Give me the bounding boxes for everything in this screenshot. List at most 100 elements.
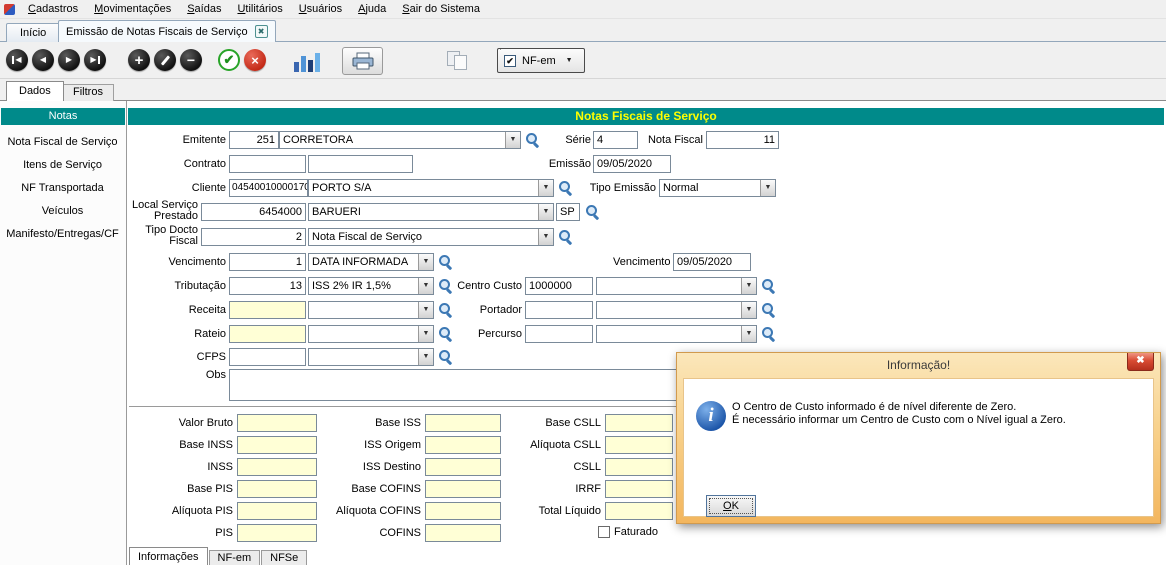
percurso-search-icon[interactable] (761, 326, 777, 342)
base-pis-input[interactable] (237, 480, 317, 498)
cofins-input[interactable] (425, 524, 501, 542)
edit-record-button[interactable] (154, 49, 176, 71)
menu-ajuda[interactable]: Ajuda (350, 0, 394, 18)
print-button[interactable] (342, 47, 383, 75)
rateio-code-input[interactable] (229, 325, 306, 343)
chevron-down-icon[interactable]: ▼ (538, 204, 553, 220)
pis-input[interactable] (237, 524, 317, 542)
menu-movimentacoes[interactable]: Movimentações (86, 0, 179, 18)
emitente-combo[interactable]: CORRETORA ▼ (279, 131, 521, 149)
portador-search-icon[interactable] (761, 302, 777, 318)
tab-close-icon[interactable]: ✖ (255, 25, 268, 38)
local-code-input[interactable]: 6454000 (201, 203, 306, 221)
tipo-docto-code-input[interactable]: 2 (201, 228, 306, 246)
chevron-down-icon[interactable]: ▼ (418, 254, 433, 270)
centro-custo-search-icon[interactable] (761, 278, 777, 294)
cliente-code-input[interactable]: 04540010000170 (229, 179, 308, 197)
confirm-button[interactable]: ✔ (218, 49, 240, 71)
base-cofins-input[interactable] (425, 480, 501, 498)
previous-record-button[interactable]: ◀ (32, 49, 54, 71)
sidebar-item-nf-transportada[interactable]: NF Transportada (0, 177, 125, 200)
aliquota-cofins-input[interactable] (425, 502, 501, 520)
menu-cadastros[interactable]: Cadastros (20, 0, 86, 18)
aliquota-csll-input[interactable] (605, 436, 673, 454)
dialog-close-button[interactable]: ✖ (1127, 353, 1154, 371)
centro-custo-combo[interactable]: ▼ (596, 277, 757, 295)
menu-usuarios[interactable]: Usuários (291, 0, 350, 18)
chevron-down-icon[interactable]: ▼ (741, 302, 756, 318)
base-inss-input[interactable] (237, 436, 317, 454)
iss-destino-input[interactable] (425, 458, 501, 476)
tipo-emissao-combo[interactable]: Normal ▼ (659, 179, 776, 197)
cfps-combo[interactable]: ▼ (308, 348, 434, 366)
inss-input[interactable] (237, 458, 317, 476)
chevron-down-icon[interactable]: ▼ (418, 326, 433, 342)
rateio-combo[interactable]: ▼ (308, 325, 434, 343)
receita-combo[interactable]: ▼ (308, 301, 434, 319)
serie-input[interactable]: 4 (593, 131, 638, 149)
chevron-down-icon[interactable]: ▼ (505, 132, 520, 148)
chevron-down-icon[interactable]: ▼ (538, 229, 553, 245)
last-record-button[interactable]: ▶ (84, 49, 106, 71)
menu-saidas[interactable]: Saídas (179, 0, 229, 18)
sidebar-item-veiculos[interactable]: Veículos (0, 200, 125, 223)
portador-code-input[interactable] (525, 301, 593, 319)
nfem-button[interactable]: ✔ NF-em ▼ (497, 48, 585, 73)
cfps-code-input[interactable] (229, 348, 306, 366)
vencimento-code-input[interactable]: 1 (229, 253, 306, 271)
tab-emissao-nfs[interactable]: Emissão de Notas Fiscais de Serviço ✖ (58, 20, 276, 42)
first-record-button[interactable]: ◀ (6, 49, 28, 71)
contrato-input-1[interactable] (229, 155, 306, 173)
cliente-search-icon[interactable] (558, 180, 574, 196)
tab-filtros[interactable]: Filtros (62, 84, 114, 101)
aliquota-pis-input[interactable] (237, 502, 317, 520)
total-liquido-input[interactable] (605, 502, 673, 520)
percurso-code-input[interactable] (525, 325, 593, 343)
menu-utilitarios[interactable]: Utilitários (229, 0, 290, 18)
cfps-search-icon[interactable] (438, 349, 454, 365)
portador-combo[interactable]: ▼ (596, 301, 757, 319)
centro-custo-code-input[interactable]: 1000000 (525, 277, 593, 295)
receita-code-input[interactable] (229, 301, 306, 319)
faturado-checkbox[interactable] (598, 526, 610, 538)
valor-bruto-input[interactable] (237, 414, 317, 432)
tributacao-search-icon[interactable] (438, 278, 454, 294)
base-iss-input[interactable] (425, 414, 501, 432)
iss-origem-input[interactable] (425, 436, 501, 454)
next-record-button[interactable]: ▶ (58, 49, 80, 71)
contrato-input-2[interactable] (308, 155, 413, 173)
tipo-docto-combo[interactable]: Nota Fiscal de Serviço ▼ (308, 228, 554, 246)
chart-icon[interactable] (294, 51, 324, 72)
chevron-down-icon[interactable]: ▼ (562, 57, 577, 64)
rateio-search-icon[interactable] (438, 326, 454, 342)
chevron-down-icon[interactable]: ▼ (741, 326, 756, 342)
uf-input[interactable]: SP (556, 203, 580, 221)
csll-input[interactable] (605, 458, 673, 476)
emitente-search-icon[interactable] (525, 132, 541, 148)
add-record-button[interactable]: + (128, 49, 150, 71)
local-combo[interactable]: BARUERI ▼ (308, 203, 554, 221)
receita-search-icon[interactable] (438, 302, 454, 318)
base-csll-input[interactable] (605, 414, 673, 432)
emissao-input[interactable]: 09/05/2020 (593, 155, 671, 173)
delete-record-button[interactable]: − (180, 49, 202, 71)
chevron-down-icon[interactable]: ▼ (418, 278, 433, 294)
tab-nfse[interactable]: NFSe (261, 550, 307, 565)
chevron-down-icon[interactable]: ▼ (418, 302, 433, 318)
vencimento-data-input[interactable]: 09/05/2020 (673, 253, 751, 271)
cancel-button[interactable]: × (244, 49, 266, 71)
tributacao-code-input[interactable]: 13 (229, 277, 306, 295)
percurso-combo[interactable]: ▼ (596, 325, 757, 343)
cliente-combo[interactable]: PORTO S/A ▼ (308, 179, 554, 197)
chevron-down-icon[interactable]: ▼ (418, 349, 433, 365)
nota-fiscal-input[interactable]: 11 (706, 131, 779, 149)
tab-informacoes[interactable]: Informações (129, 547, 208, 565)
chevron-down-icon[interactable]: ▼ (741, 278, 756, 294)
tab-nfem[interactable]: NF-em (209, 550, 261, 565)
copy-icon[interactable] (447, 51, 470, 71)
local-search-icon[interactable] (585, 204, 601, 220)
sidebar-item-manifesto[interactable]: Manifesto/Entregas/CF (0, 223, 125, 246)
tab-inicio[interactable]: Início (6, 23, 60, 42)
vencimento-search-icon[interactable] (438, 254, 454, 270)
irrf-input[interactable] (605, 480, 673, 498)
